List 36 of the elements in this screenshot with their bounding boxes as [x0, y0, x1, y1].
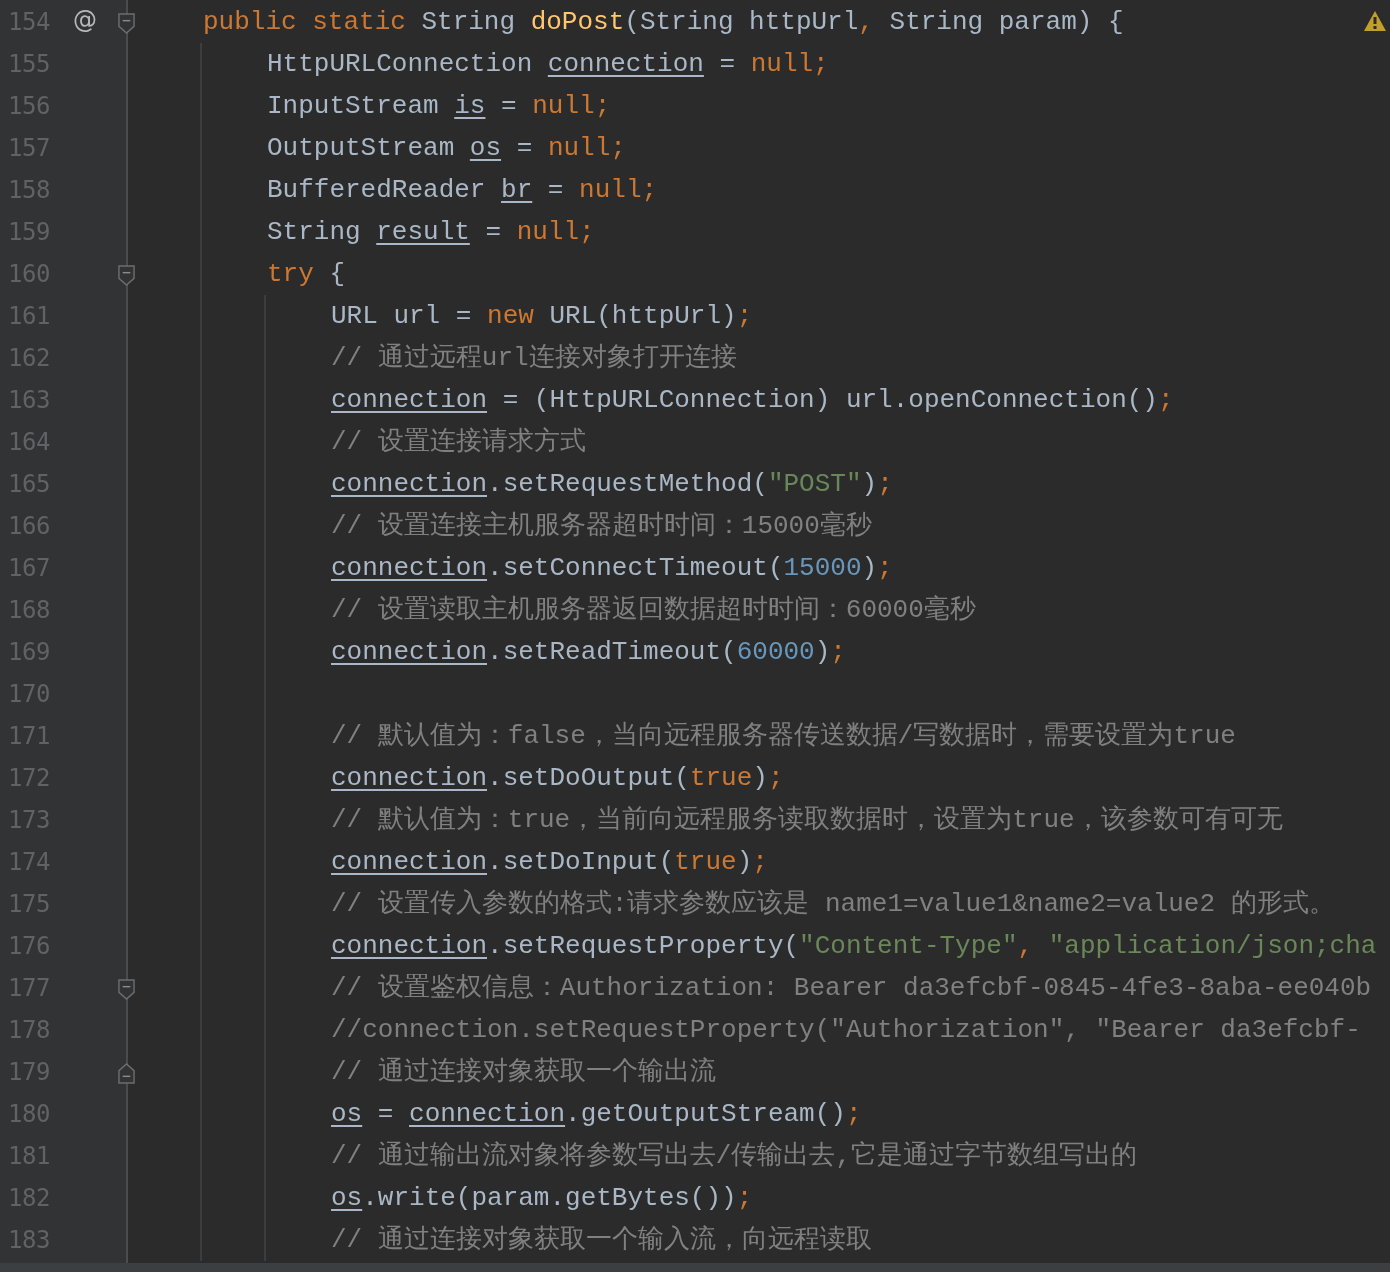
- code-line: // 设置连接主机服务器超时时间：15000毫秒: [331, 510, 872, 543]
- code-line: URL url = new URL(httpUrl);: [331, 300, 753, 333]
- horizontal-scrollbar[interactable]: [0, 1263, 1390, 1272]
- code-line: // 通过连接对象获取一个输入流，向远程读取: [331, 1224, 872, 1257]
- fold-icon[interactable]: [118, 13, 135, 34]
- code-line: connection.setRequestProperty("Content-Type", "application/json;cha: [331, 930, 1377, 963]
- code-line: try {: [267, 258, 346, 291]
- code-line: connection.setDoOutput(true);: [331, 762, 784, 795]
- fold-end-icon[interactable]: [118, 1063, 135, 1084]
- code-line: // 默认值为：false，当向远程服务器传送数据/写数据时，需要设置为true: [331, 720, 1236, 753]
- code-line: // 通过连接对象获取一个输出流: [331, 1056, 716, 1089]
- code-line: // 设置读取主机服务器返回数据超时时间：60000毫秒: [331, 594, 976, 627]
- code-line: OutputStream os = null;: [267, 132, 626, 165]
- code-line: BufferedReader br = null;: [267, 174, 658, 207]
- code-line: connection.setConnectTimeout(15000);: [331, 552, 893, 585]
- code-line: // 设置连接请求方式: [331, 426, 586, 459]
- code-line: connection.setDoInput(true);: [331, 846, 768, 879]
- code-line: connection.setReadTimeout(60000);: [331, 636, 846, 669]
- code-line: connection.setRequestMethod("POST");: [331, 468, 893, 501]
- code-line: // 通过远程url连接对象打开连接: [331, 342, 737, 375]
- code-line: // 设置传入参数的格式:请求参数应该是 name1=value1&name2=value2 的形式。: [331, 888, 1335, 921]
- fold-icon[interactable]: [118, 265, 135, 286]
- code-line: InputStream is = null;: [267, 90, 611, 123]
- fold-icon[interactable]: [118, 979, 135, 1000]
- code-line: os = connection.getOutputStream();: [331, 1098, 862, 1131]
- warning-icon[interactable]: [1363, 10, 1387, 32]
- code-line: connection = (HttpURLConnection) url.openConnection();: [331, 384, 1174, 417]
- code-line: HttpURLConnection connection = null;: [267, 48, 829, 81]
- code-line: // 设置鉴权信息：Authorization: Bearer da3efcbf-0845-4fe3-8aba-ee040b: [331, 972, 1372, 1005]
- code-line: // 默认值为：true，当前向远程服务读取数据时，设置为true，该参数可有可无: [331, 804, 1283, 837]
- code-line: String result = null;: [267, 216, 595, 249]
- code-line: os.write(param.getBytes());: [331, 1182, 753, 1215]
- code-line: //connection.setRequestProperty("Authorization", "Bearer da3efcbf-: [331, 1014, 1361, 1047]
- code-line: // 通过输出流对象将参数写出去/传输出去,它是通过字节数组写出的: [331, 1140, 1137, 1173]
- code-line: public static String doPost(String httpUrl, String param) {: [203, 6, 1124, 39]
- implements-marker-icon[interactable]: @: [73, 6, 97, 34]
